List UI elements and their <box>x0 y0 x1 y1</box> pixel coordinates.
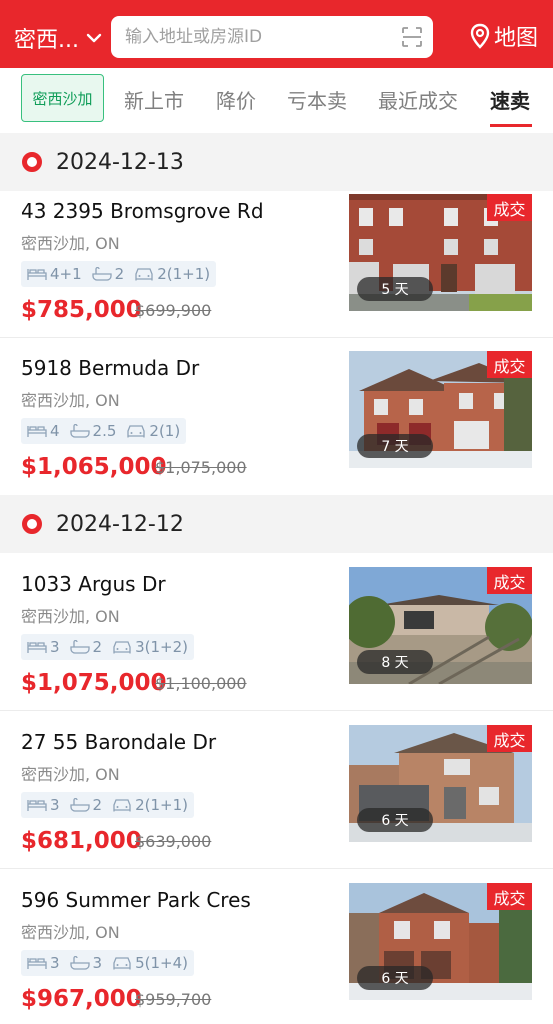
bathrooms: 2 <box>69 796 102 814</box>
tab-price-reduced[interactable]: 降价 <box>216 85 256 114</box>
tab-quick-sale[interactable]: 速卖 <box>490 85 530 114</box>
map-button-label: 地图 <box>494 26 539 51</box>
listing-photo: 成交 6 天 <box>349 725 532 842</box>
bathrooms: 2 <box>69 638 102 656</box>
bathtub-icon <box>69 956 90 970</box>
date-header: 2024-12-12 <box>0 495 553 553</box>
listing-features: 4+1 2 2(1+1) <box>21 261 217 287</box>
listing-city: 密西沙加, ON <box>21 391 120 410</box>
date-marker-icon <box>22 514 42 534</box>
tab-loss-sale[interactable]: 亏本卖 <box>287 85 347 114</box>
listing-features: 3 3 5(1+4) <box>21 950 194 976</box>
listing-address: 1033 Argus Dr <box>21 572 166 596</box>
bedrooms: 3 <box>27 954 60 972</box>
listing-photo: 成交 5 天 <box>349 194 532 311</box>
top-bar: 密西... 地图 <box>0 0 553 68</box>
car-icon <box>135 268 153 281</box>
days-on-market: 7 天 <box>357 434 433 458</box>
sold-badge: 成交 <box>487 351 532 378</box>
search-input[interactable] <box>125 27 385 47</box>
listing-price: $681,000 <box>21 828 142 854</box>
car-icon <box>113 641 131 654</box>
bedrooms: 4+1 <box>27 265 82 283</box>
car-icon <box>113 957 131 970</box>
bed-icon <box>27 800 47 811</box>
listing-features: 4 2.5 2(1) <box>21 418 187 444</box>
bathrooms: 2 <box>92 265 124 283</box>
city-filter-chip[interactable]: 密西沙加 <box>21 74 104 122</box>
car-icon <box>113 799 131 812</box>
bathrooms: 2.5 <box>69 422 116 440</box>
bed-icon <box>27 642 47 653</box>
days-on-market: 6 天 <box>357 808 433 832</box>
filter-tabs: 密西沙加 新上市 降价 亏本卖 最近成交 速卖 <box>0 68 553 130</box>
parking: 5(1+4) <box>112 954 188 972</box>
date-label: 2024-12-12 <box>56 511 184 537</box>
days-on-market: 8 天 <box>357 650 433 674</box>
sold-badge: 成交 <box>487 194 532 221</box>
bathtub-icon <box>69 798 90 812</box>
listing-original-price: $699,900 <box>135 301 212 320</box>
listing-address: 43 2395 Bromsgrove Rd <box>21 199 264 223</box>
listing-city: 密西沙加, ON <box>21 923 120 942</box>
parking: 2(1+1) <box>134 265 210 283</box>
listing-photo: 成交 6 天 <box>349 883 532 1000</box>
listing-original-price: $959,700 <box>135 990 212 1009</box>
listing-features: 3 2 2(1+1) <box>21 792 194 818</box>
bedrooms: 3 <box>27 638 60 656</box>
listing-price: $1,075,000 <box>21 670 167 696</box>
search-box[interactable] <box>111 16 433 58</box>
bedrooms: 4 <box>27 422 60 440</box>
listing-features: 3 2 3(1+2) <box>21 634 194 660</box>
bed-icon <box>27 426 47 437</box>
days-on-market: 5 天 <box>357 277 433 301</box>
date-header: 2024-12-13 <box>0 133 553 191</box>
listing-city: 密西沙加, ON <box>21 765 120 784</box>
listing-city: 密西沙加, ON <box>21 607 120 626</box>
car-icon <box>127 425 146 438</box>
bathtub-icon <box>92 267 112 281</box>
listing-card[interactable]: 1033 Argus Dr 密西沙加, ON 3 2 3(1+2) $1,075… <box>0 553 553 711</box>
sold-badge: 成交 <box>487 883 532 910</box>
days-on-market: 6 天 <box>357 966 433 990</box>
listing-original-price: $1,075,000 <box>155 458 247 477</box>
city-selector-label: 密西... <box>14 28 79 53</box>
listing-original-price: $639,000 <box>135 832 212 851</box>
listing-photo: 成交 8 天 <box>349 567 532 684</box>
listing-address: 27 55 Barondale Dr <box>21 730 217 754</box>
sold-badge: 成交 <box>487 567 532 594</box>
chevron-down-icon <box>86 33 102 43</box>
city-selector[interactable]: 密西... <box>14 22 103 54</box>
scan-icon[interactable] <box>401 26 423 48</box>
date-marker-icon <box>22 152 42 172</box>
listing-original-price: $1,100,000 <box>155 674 247 693</box>
bathtub-icon <box>69 424 90 438</box>
bathrooms: 3 <box>69 954 102 972</box>
listing-address: 596 Summer Park Cres <box>21 888 251 912</box>
bedrooms: 3 <box>27 796 60 814</box>
listing-card[interactable]: 596 Summer Park Cres 密西沙加, ON 3 3 5(1+4)… <box>0 869 553 1024</box>
parking: 3(1+2) <box>112 638 188 656</box>
listing-price: $1,065,000 <box>21 454 167 480</box>
sold-badge: 成交 <box>487 725 532 752</box>
tab-new-listings[interactable]: 新上市 <box>124 85 184 114</box>
map-button[interactable]: 地图 <box>470 20 538 52</box>
listing-photo: 成交 7 天 <box>349 351 532 468</box>
active-tab-indicator <box>490 124 532 127</box>
parking: 2(1+1) <box>112 796 188 814</box>
listing-card[interactable]: 43 2395 Bromsgrove Rd 密西沙加, ON 4+1 2 2(1… <box>0 191 553 338</box>
tab-recently-sold[interactable]: 最近成交 <box>378 85 458 114</box>
listing-city: 密西沙加, ON <box>21 234 120 253</box>
bed-icon <box>27 269 47 280</box>
listing-card[interactable]: 27 55 Barondale Dr 密西沙加, ON 3 2 2(1+1) $… <box>0 711 553 869</box>
bed-icon <box>27 958 47 969</box>
listing-price: $785,000 <box>21 297 142 323</box>
bathtub-icon <box>69 640 90 654</box>
listing-address: 5918 Bermuda Dr <box>21 356 200 380</box>
location-pin-icon <box>470 23 490 49</box>
listing-card[interactable]: 5918 Bermuda Dr 密西沙加, ON 4 2.5 2(1) $1,0… <box>0 338 553 495</box>
parking: 2(1) <box>126 422 180 440</box>
listing-price: $967,000 <box>21 986 142 1012</box>
date-label: 2024-12-13 <box>56 149 184 175</box>
